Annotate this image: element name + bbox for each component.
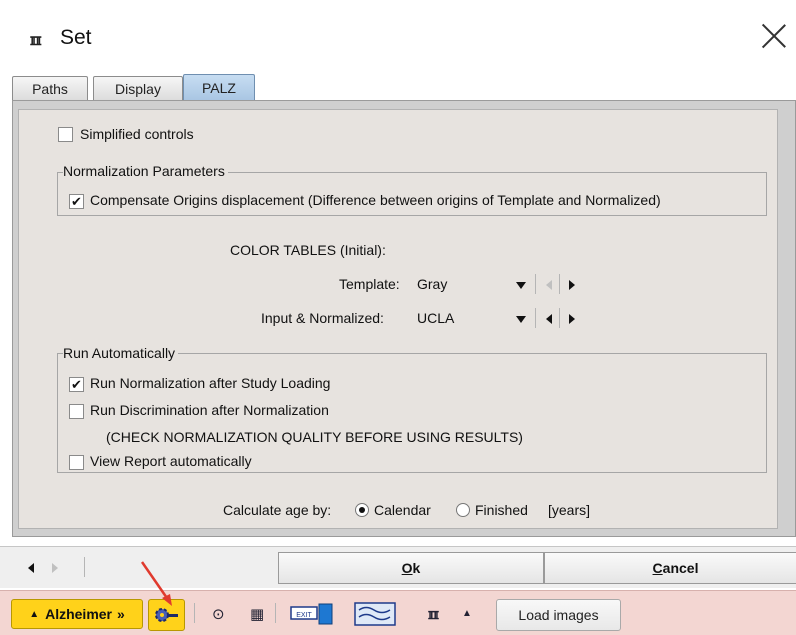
- compensate-origins-label: Compensate Origins displacement (Differe…: [90, 192, 661, 208]
- alzheimer-label: Alzheimer: [45, 606, 113, 622]
- alzheimer-module-button[interactable]: ▲ Alzheimer »: [11, 599, 143, 629]
- age-unit-label: [years]: [548, 502, 591, 518]
- scroll-right-icon: [52, 563, 58, 573]
- cancel-mnemonic: C: [652, 560, 663, 576]
- expand-up-icon[interactable]: ▲: [462, 608, 472, 619]
- finished-radio-label: Finished: [475, 502, 528, 518]
- tab-label: PALZ: [202, 79, 236, 96]
- load-images-label: Load images: [518, 607, 599, 623]
- layout-icon[interactable]: [354, 602, 396, 626]
- calculate-age-label: Calculate age by:: [223, 502, 332, 518]
- settings-gear-button[interactable]: [148, 599, 185, 631]
- run-normalization-label: Run Normalization after Study Loading: [90, 375, 331, 391]
- tab-display[interactable]: Display: [93, 76, 183, 100]
- input-normalized-previous-icon[interactable]: [546, 314, 552, 324]
- double-chevron-icon: »: [117, 606, 125, 622]
- run-discrimination-checkbox[interactable]: [69, 404, 84, 419]
- simplified-controls-checkbox[interactable]: [58, 127, 73, 142]
- calendar-radio-label: Calendar: [374, 502, 431, 518]
- divider: [194, 603, 195, 623]
- divider: [275, 603, 276, 623]
- pmod-logo-icon[interactable]: ℼ: [428, 605, 439, 623]
- tab-paths[interactable]: Paths: [12, 76, 88, 100]
- divider: [559, 308, 560, 328]
- svg-text:EXIT: EXIT: [296, 612, 312, 619]
- ok-label: k: [412, 560, 421, 576]
- load-images-button[interactable]: Load images: [496, 599, 621, 631]
- divider: [535, 308, 536, 328]
- input-normalized-dropdown-icon[interactable]: [516, 316, 526, 323]
- exit-icon[interactable]: EXIT: [290, 603, 334, 625]
- simplified-controls-label: Simplified controls: [80, 126, 194, 142]
- gear-key-icon: [155, 608, 178, 622]
- module-taskbar: ▲ Alzheimer » ⊙ ▦ EXIT ℼ ▲ Load images: [0, 590, 796, 635]
- view-report-checkbox[interactable]: [69, 455, 84, 470]
- template-next-icon[interactable]: [569, 280, 575, 290]
- template-previous-icon: [546, 280, 552, 290]
- run-discrimination-label: Run Discrimination after Normalization: [90, 402, 329, 418]
- cancel-button[interactable]: Cancel: [544, 552, 796, 584]
- document-icon[interactable]: ▦: [250, 605, 264, 623]
- ok-mnemonic: O: [401, 560, 413, 576]
- divider: [84, 557, 85, 577]
- app-logo-icon: ℼ: [30, 30, 42, 49]
- cancel-label: ancel: [662, 560, 699, 576]
- close-icon[interactable]: [760, 22, 788, 50]
- scroll-left-icon[interactable]: [28, 563, 34, 573]
- template-label: Template:: [339, 276, 400, 292]
- divider: [535, 274, 536, 294]
- dialog-button-bar: Ok Cancel: [0, 546, 796, 588]
- expand-up-icon: ▲: [29, 608, 40, 620]
- run-automatically-title: Run Automatically: [63, 345, 179, 361]
- input-normalized-label: Input & Normalized:: [261, 310, 384, 326]
- view-report-label: View Report automatically: [90, 453, 252, 469]
- ok-button[interactable]: Ok: [278, 552, 544, 584]
- color-tables-heading: COLOR TABLES (Initial):: [230, 242, 386, 258]
- compensate-origins-checkbox[interactable]: ✔: [69, 194, 84, 209]
- tab-label: Paths: [32, 80, 68, 97]
- palz-settings-panel: Simplified controls Normalization Parame…: [18, 109, 778, 529]
- normalization-quality-warning: (CHECK NORMALIZATION QUALITY BEFORE USIN…: [106, 429, 523, 445]
- template-dropdown-icon[interactable]: [516, 282, 526, 289]
- input-normalized-colortable-value[interactable]: UCLA: [417, 310, 454, 326]
- title-bar: ℼ Set: [0, 0, 796, 70]
- calendar-radio[interactable]: [355, 503, 369, 517]
- template-colortable-value[interactable]: Gray: [417, 276, 447, 292]
- input-normalized-next-icon[interactable]: [569, 314, 575, 324]
- divider: [559, 274, 560, 294]
- roi-icon[interactable]: ⊙: [212, 605, 225, 623]
- window-title: Set: [60, 26, 92, 49]
- normalization-parameters-title: Normalization Parameters: [63, 163, 228, 179]
- tab-palz[interactable]: PALZ: [183, 74, 255, 100]
- tab-label: Display: [115, 80, 161, 97]
- finished-radio[interactable]: [456, 503, 470, 517]
- run-normalization-checkbox[interactable]: ✔: [69, 377, 84, 392]
